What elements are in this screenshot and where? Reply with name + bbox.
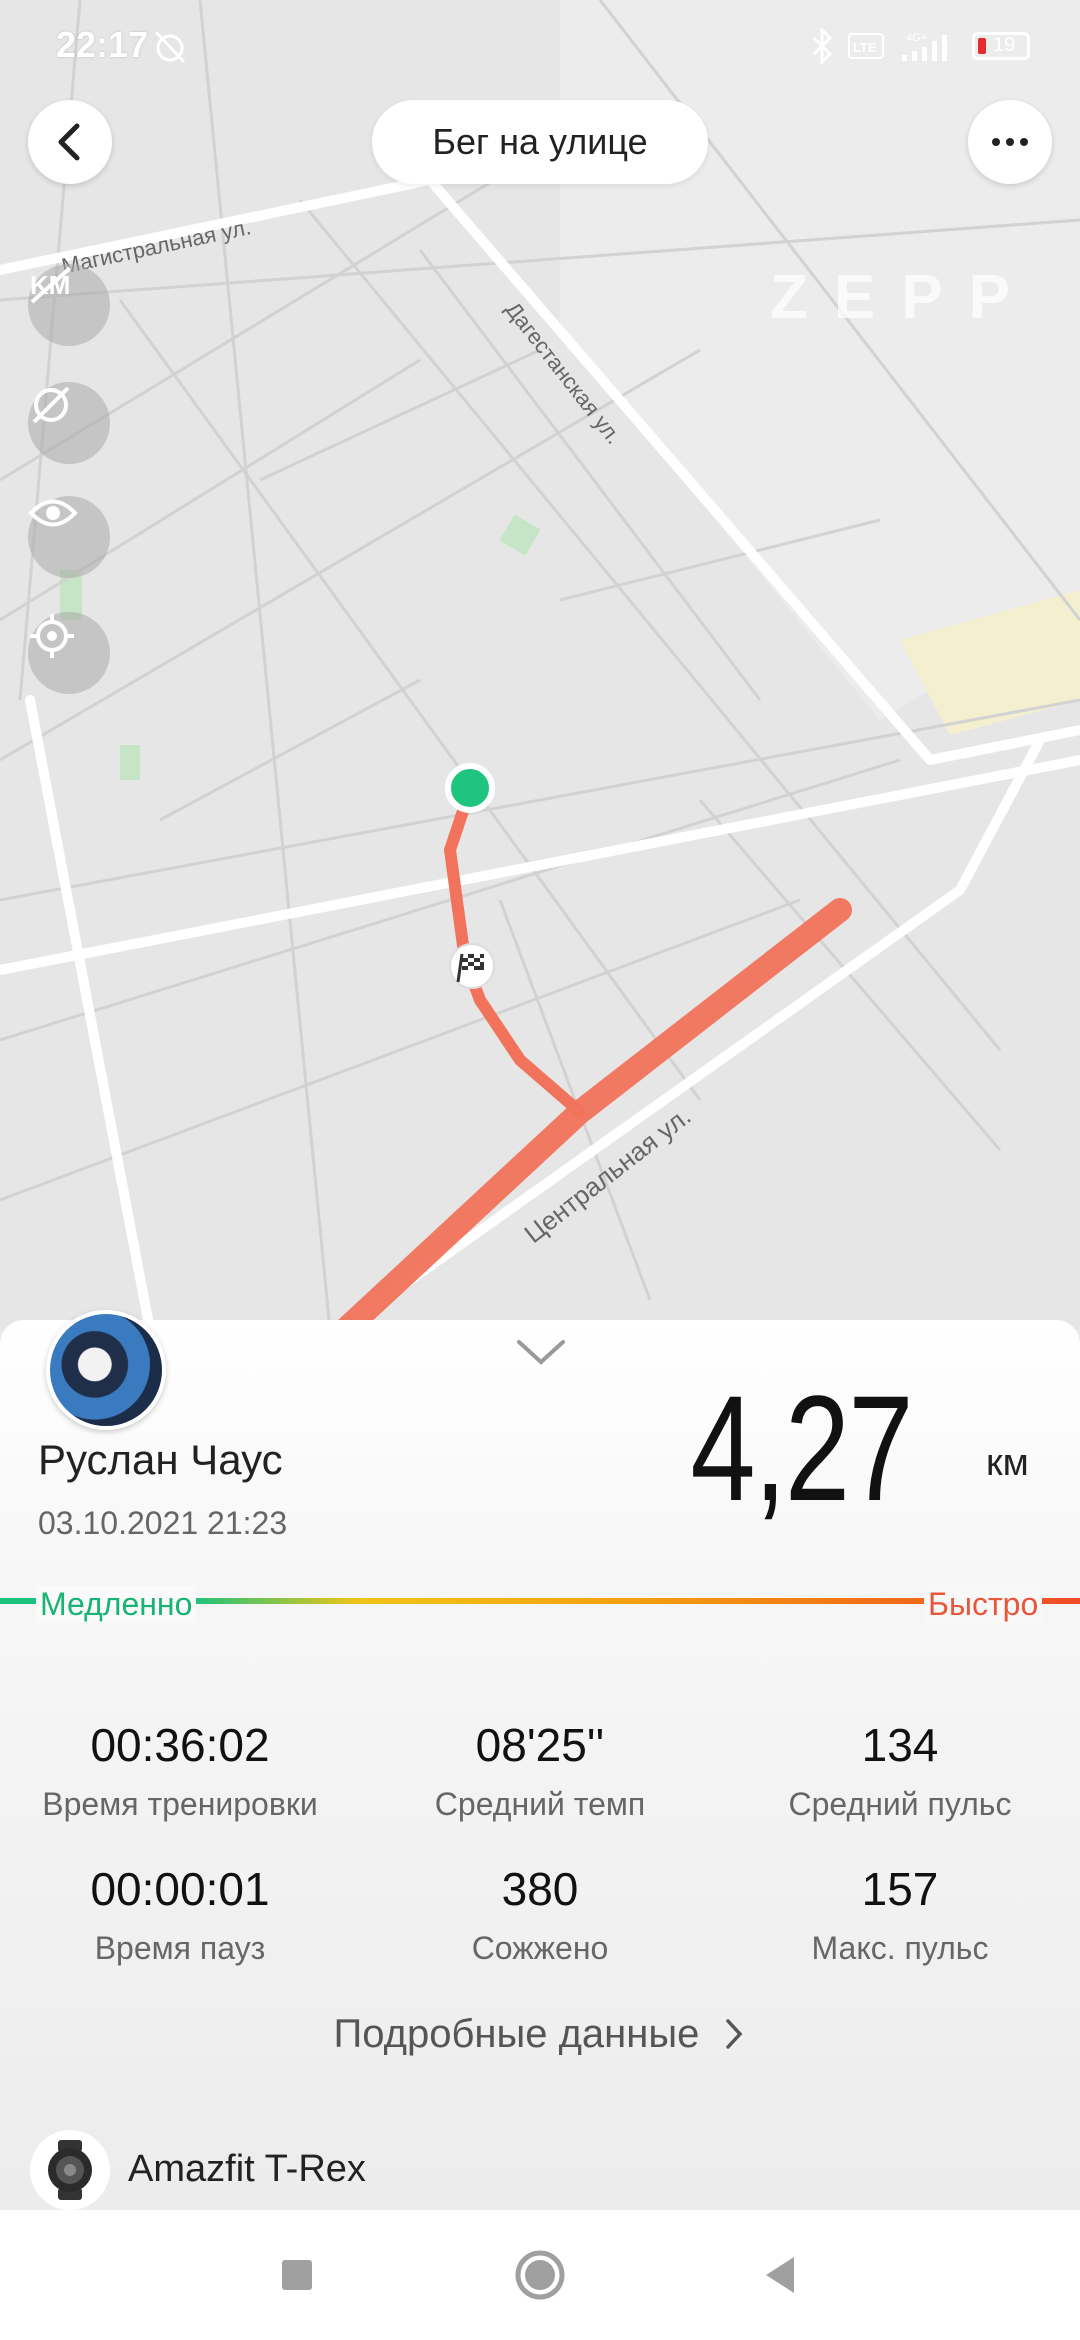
distance-unit: км — [986, 1442, 1029, 1484]
signal-icon: 4G+ — [902, 32, 947, 61]
triangle-back-icon — [766, 2257, 794, 2293]
stat-value: 00:36:02 — [90, 1719, 270, 1771]
stat-label: Время пауз — [94, 1930, 266, 1966]
square-icon — [282, 2260, 312, 2290]
stat-label: Макс. пульс — [811, 1930, 989, 1966]
user-name: Руслан Чаус — [38, 1436, 283, 1483]
battery-icon: 19 — [972, 32, 1030, 60]
recents-button[interactable] — [262, 2240, 332, 2310]
stat-value: 08'25'' — [475, 1719, 605, 1771]
stat-value: 00:00:01 — [90, 1863, 270, 1915]
stat-avg-pace: 08'25'' Средний темп — [360, 1718, 720, 1823]
svg-text:LTE: LTE — [853, 40, 877, 55]
route-map[interactable]: ZEPP Магистральная ул. Дагестанская ул. … — [0, 0, 1080, 1330]
detailed-data-link[interactable]: Подробные данные — [0, 2012, 1080, 2057]
alarm-off-icon — [154, 30, 186, 64]
workout-type-title: Бег на улице — [372, 100, 708, 184]
avatar[interactable] — [46, 1310, 166, 1430]
locate-button[interactable] — [28, 612, 110, 694]
status-time: 22:17 — [56, 24, 149, 65]
more-dots-icon — [992, 138, 1028, 146]
pace-toggle[interactable] — [28, 382, 110, 464]
device-row[interactable]: Amazfit T-Rex — [0, 2120, 1080, 2220]
stat-label: Средний пульс — [788, 1786, 1012, 1822]
back-nav-button[interactable] — [745, 2240, 815, 2310]
slow-label: Медленно — [36, 1586, 197, 1623]
detailed-data-label: Подробные данные — [333, 2012, 700, 2056]
pace-off-icon — [32, 386, 70, 424]
bluetooth-icon — [812, 28, 833, 64]
map-canvas — [0, 0, 1080, 1330]
device-name: Amazfit T-Rex — [128, 2148, 366, 2190]
locate-icon — [30, 614, 74, 658]
fast-label: Быстро — [924, 1586, 1043, 1623]
finish-flag-icon — [449, 943, 495, 989]
status-bar: 22:17 LTE 4G+ 19 — [0, 0, 1080, 90]
volte-icon: LTE — [848, 33, 884, 59]
back-arrow-icon — [58, 123, 80, 161]
km-marker-toggle[interactable]: KM — [28, 264, 110, 346]
stat-workout-time: 00:36:02 Время тренировки — [0, 1718, 360, 1823]
eye-icon — [28, 499, 78, 527]
distance-value: 4,27 — [690, 1364, 914, 1532]
stat-value: 157 — [861, 1863, 939, 1915]
map-watermark: ZEPP — [770, 263, 1036, 332]
stat-value: 134 — [861, 1719, 939, 1771]
stat-pause-time: 00:00:01 Время пауз — [0, 1862, 360, 1967]
collapse-chevron-icon[interactable] — [515, 1336, 567, 1366]
chevron-right-icon — [726, 2019, 743, 2049]
svg-text:4G+: 4G+ — [906, 32, 927, 44]
stat-label: Сожжено — [471, 1930, 609, 1966]
stat-calories: 380 Сожжено — [360, 1862, 720, 1967]
back-button[interactable] — [28, 100, 112, 184]
stat-value: 380 — [501, 1863, 579, 1915]
battery-level: 19 — [993, 34, 1016, 56]
watch-icon — [30, 2130, 110, 2210]
stat-max-heart-rate: 157 Макс. пульс — [720, 1862, 1080, 1967]
stat-avg-heart-rate: 134 Средний пульс — [720, 1718, 1080, 1823]
circle-icon — [515, 2250, 565, 2300]
stat-label: Время тренировки — [42, 1786, 318, 1822]
status-icons: LTE 4G+ 19 — [810, 28, 1030, 64]
system-nav-bar — [0, 2210, 1080, 2340]
km-marker-off-icon: KM — [30, 266, 72, 304]
visibility-toggle[interactable] — [28, 496, 110, 578]
home-button[interactable] — [505, 2240, 575, 2310]
more-options-button[interactable] — [968, 100, 1052, 184]
stat-label: Средний темп — [434, 1786, 646, 1822]
workout-date: 03.10.2021 21:23 — [38, 1505, 288, 1541]
